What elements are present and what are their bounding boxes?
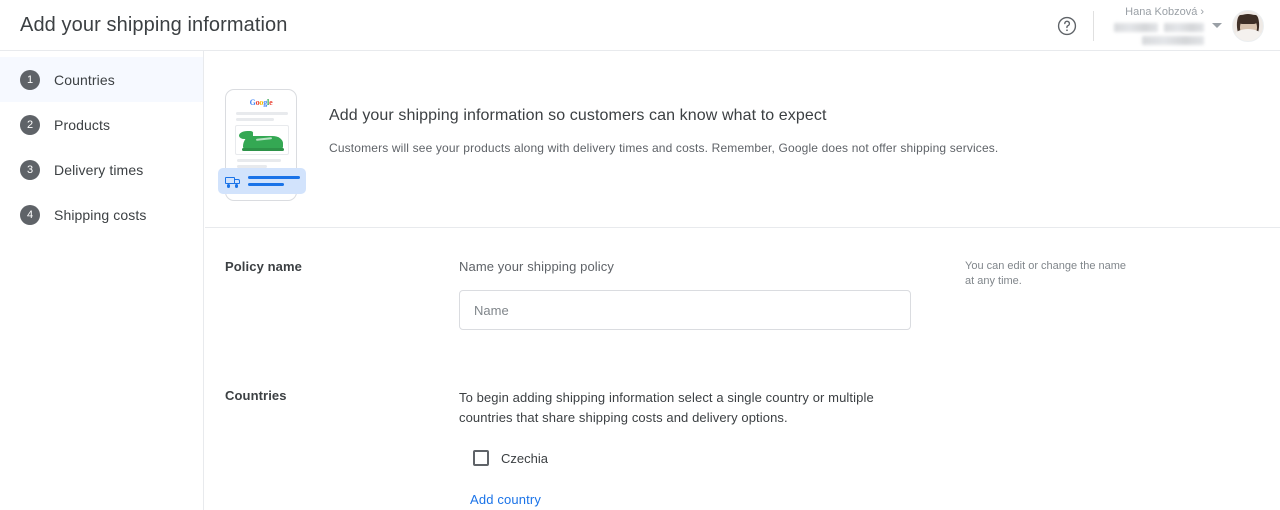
countries-body: To begin adding shipping information sel… [459, 388, 929, 509]
delivery-truck-icon [225, 176, 241, 188]
sidebar-item-label: Countries [54, 71, 115, 88]
policy-name-label: Policy name [225, 259, 302, 274]
countries-section: Countries To begin adding shipping infor… [205, 330, 1280, 509]
policy-name-input[interactable] [459, 290, 911, 330]
account-redacted-line-1 [1106, 23, 1204, 32]
avatar-hair-top [1239, 13, 1257, 24]
placeholder-bar [236, 118, 274, 121]
account-user-name: Hana Kobzová › [1125, 6, 1204, 19]
policy-name-caption: Name your shipping policy [459, 259, 614, 274]
app-header: Add your shipping information Hana Kobzo… [0, 0, 1280, 51]
countries-aside [929, 388, 1129, 509]
intro-heading: Add your shipping information so custome… [329, 107, 827, 124]
account-switcher[interactable]: Hana Kobzová › [1106, 6, 1232, 45]
policy-name-section: Policy name Name your shipping policy Yo… [205, 228, 1280, 330]
country-option-czechia[interactable]: Czechia [473, 450, 929, 466]
step-number-badge: 2 [20, 114, 40, 135]
intro-text: Add your shipping information so custome… [297, 89, 998, 227]
redacted-bar [1142, 36, 1204, 45]
policy-name-hint: You can edit or change the name at any t… [965, 260, 1127, 287]
help-circle-icon[interactable] [1055, 14, 1079, 38]
placeholder-bar [237, 159, 281, 162]
add-country-link[interactable]: Add country [470, 492, 541, 507]
country-checkbox[interactable] [473, 450, 489, 466]
chevron-right-icon: › [1200, 6, 1204, 18]
sidebar-item-shipping-costs[interactable]: 4 Shipping costs [0, 192, 203, 237]
account-lines: Hana Kobzová › [1106, 6, 1204, 45]
sidebar-item-label: Delivery times [54, 161, 144, 178]
sidebar-item-delivery-times[interactable]: 3 Delivery times [0, 147, 203, 192]
header-actions: Hana Kobzová › [1055, 0, 1280, 51]
header-divider [1093, 10, 1094, 41]
country-option-label: Czechia [501, 450, 548, 466]
main-content: Google Add your shipping information so … [205, 51, 1280, 510]
sidebar-item-label: Products [54, 116, 111, 133]
sidebar-item-products[interactable]: 2 Products [0, 102, 203, 147]
redacted-bar [1114, 23, 1158, 32]
shipping-overlay-lines [248, 175, 300, 187]
step-sidebar: 1 Countries 2 Products 3 Delivery times … [0, 51, 204, 510]
account-redacted-line-2 [1106, 36, 1204, 45]
shipping-overlay-card [218, 168, 306, 194]
avatar-body [1235, 28, 1261, 41]
product-card [235, 125, 289, 155]
intro-section: Google Add your shipping information so … [205, 51, 1280, 228]
redacted-bar [1164, 23, 1204, 32]
step-number-badge: 4 [20, 204, 40, 225]
google-logo: Google [249, 98, 273, 107]
countries-label: Countries [225, 388, 287, 403]
step-number-badge: 1 [20, 69, 40, 90]
sidebar-item-label: Shipping costs [54, 206, 147, 223]
sneaker-toe [239, 131, 253, 139]
step-number-badge: 3 [20, 159, 40, 180]
intro-subtext: Customers will see your products along w… [329, 141, 999, 155]
policy-name-body: Name your shipping policy [459, 259, 929, 330]
sidebar-item-countries[interactable]: 1 Countries [0, 57, 203, 102]
page-title: Add your shipping information [20, 13, 288, 36]
avatar[interactable] [1232, 9, 1264, 42]
sneaker-sole [242, 148, 284, 151]
chevron-down-icon[interactable] [1212, 23, 1222, 28]
shipping-illustration: Google [218, 89, 306, 201]
countries-description: To begin adding shipping information sel… [459, 390, 874, 425]
placeholder-bar [236, 112, 288, 115]
account-user-label: Hana Kobzová [1125, 6, 1198, 18]
